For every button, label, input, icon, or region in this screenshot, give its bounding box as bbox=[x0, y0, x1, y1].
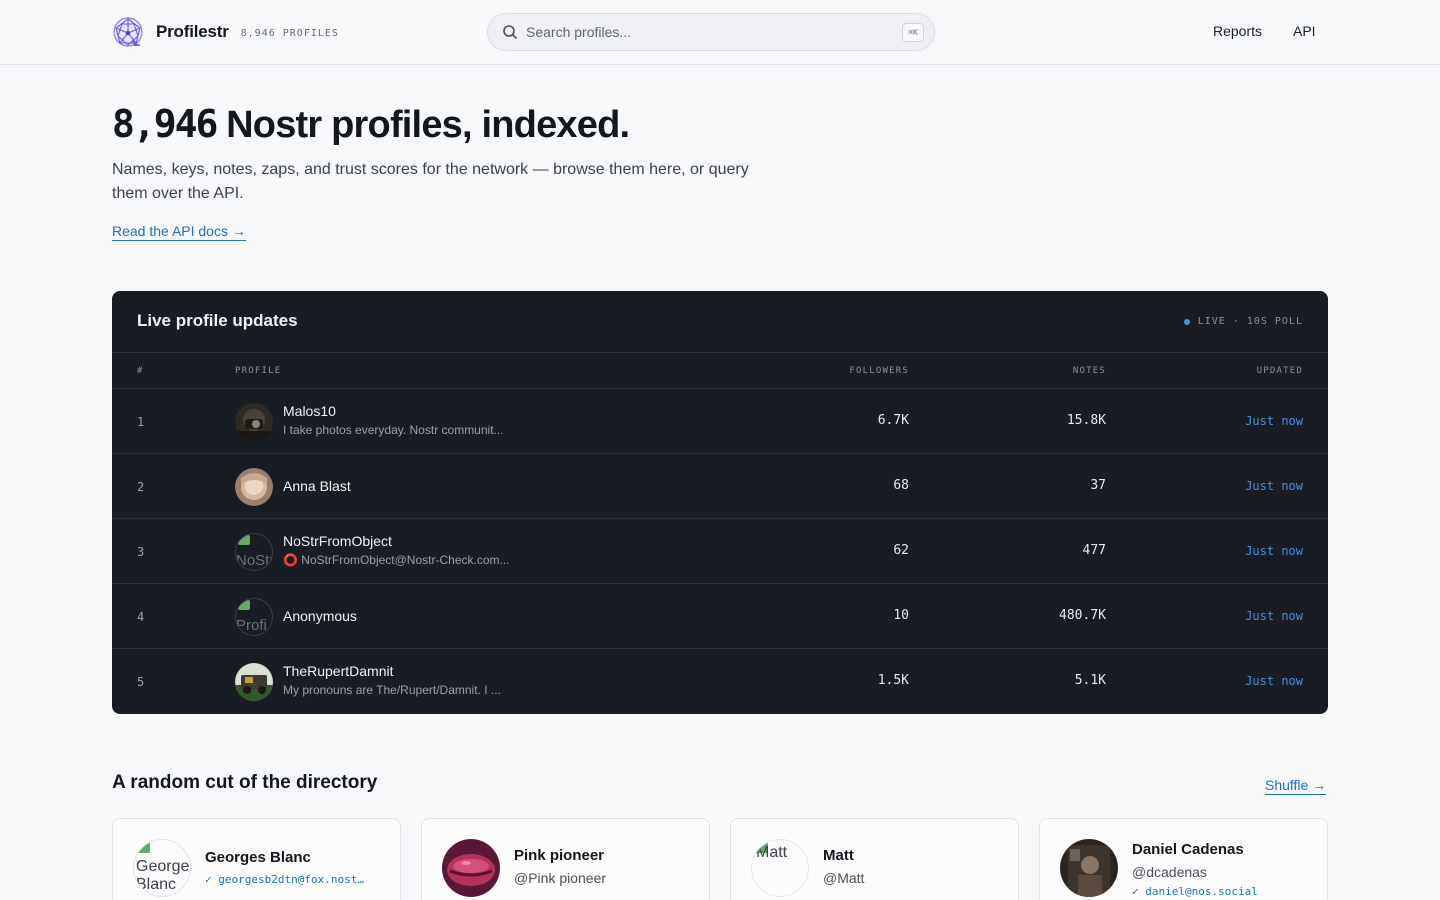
followers-count: 1.5K bbox=[877, 673, 909, 688]
avatar bbox=[235, 468, 273, 506]
col-index: # bbox=[137, 366, 144, 376]
updated-time: Just now bbox=[1245, 609, 1303, 623]
broken-image-icon bbox=[238, 535, 250, 545]
followers-count: 10 bbox=[893, 608, 909, 623]
profile-card[interactable]: Daniel Cadenas @dcadenas ✓ daniel@nos.so… bbox=[1039, 818, 1328, 900]
col-updated: UPDATED bbox=[1256, 366, 1303, 376]
profile-count: 8,946 PROFILES bbox=[240, 28, 339, 39]
broken-image-icon bbox=[136, 842, 150, 853]
search-shortcut-badge: ⌘K bbox=[902, 23, 924, 42]
updated-time: Just now bbox=[1245, 479, 1303, 493]
avatar: Matt bbox=[751, 839, 809, 897]
followers-count: 6.7K bbox=[877, 413, 909, 428]
avatar-alt-text: NoStr bbox=[236, 552, 273, 569]
profile-name: TheRupertDamnit bbox=[283, 663, 394, 679]
title-text: Nostr profiles, indexed. bbox=[216, 104, 630, 146]
row-index: 3 bbox=[137, 545, 145, 559]
table-row[interactable]: 2 Anna Blast 68 37 Just now bbox=[112, 454, 1328, 519]
profile-bio: ⭕ NoStrFromObject@Nostr-Check.com... bbox=[283, 553, 510, 567]
updated-time: Just now bbox=[1245, 544, 1303, 558]
profile-name: Malos10 bbox=[283, 403, 336, 419]
notes-count: 37 bbox=[1090, 478, 1106, 493]
avatar bbox=[235, 403, 273, 441]
card-name: Matt bbox=[823, 847, 854, 864]
nav-api[interactable]: API bbox=[1293, 23, 1316, 39]
card-nip05: ✓ daniel@nos.social bbox=[1132, 885, 1258, 898]
followers-count: 68 bbox=[893, 478, 909, 493]
search-icon bbox=[503, 25, 517, 39]
profile-name: NoStrFromObject bbox=[283, 533, 392, 549]
profile-bio: I take photos everyday. Nostr communit..… bbox=[283, 423, 504, 437]
page-title: 8,946 Nostr profiles, indexed. bbox=[112, 102, 630, 147]
profile-card[interactable]: Pink pioneer @Pink pioneer bbox=[421, 818, 710, 900]
brand[interactable]: Profilestr 8,946 PROFILES bbox=[112, 16, 339, 48]
profile-bio: My pronouns are The/Rupert/Damnit. I ... bbox=[283, 683, 501, 697]
title-count: 8,946 bbox=[112, 102, 218, 146]
card-name: Georges Blanc bbox=[205, 849, 311, 866]
table-header: # PROFILE FOLLOWERS NOTES UPDATED bbox=[112, 353, 1328, 389]
avatar: George Blanc bbox=[133, 839, 191, 897]
profile-name: Anonymous bbox=[283, 608, 357, 624]
top-bar: Profilestr 8,946 PROFILES ⌘K Reports API bbox=[0, 0, 1440, 65]
table-row[interactable]: 3 NoStr NoStrFromObject ⭕ NoStrFromObjec… bbox=[112, 519, 1328, 584]
avatar bbox=[1060, 839, 1118, 897]
col-profile: PROFILE bbox=[235, 366, 282, 376]
profile-card[interactable]: Matt Matt @Matt bbox=[730, 818, 1019, 900]
live-status: LIVE · 10S POLL bbox=[1183, 316, 1303, 327]
avatar: NoStr bbox=[235, 533, 273, 571]
notes-count: 5.1K bbox=[1074, 673, 1106, 688]
brand-name: Profilestr bbox=[156, 22, 229, 41]
panel-title: Live profile updates bbox=[137, 311, 298, 330]
api-docs-link[interactable]: Read the API docs → bbox=[112, 223, 246, 241]
shuffle-link[interactable]: Shuffle → bbox=[1265, 777, 1327, 795]
row-index: 2 bbox=[137, 480, 145, 494]
nav-reports[interactable]: Reports bbox=[1213, 23, 1262, 39]
notes-count: 477 bbox=[1082, 543, 1106, 558]
card-handle: @Pink pioneer bbox=[514, 870, 607, 886]
profile-name: Anna Blast bbox=[283, 478, 351, 494]
avatar: Profi bbox=[235, 598, 273, 636]
card-handle: @dcadenas bbox=[1132, 864, 1207, 880]
table-row[interactable]: 1 Malos10 I take photos everyday. Nostr … bbox=[112, 389, 1328, 454]
col-notes: NOTES bbox=[1072, 366, 1106, 376]
card-handle: @Matt bbox=[823, 870, 865, 886]
table-row[interactable]: 5 TheRupertDamnit My pronouns are The/Ru… bbox=[112, 649, 1328, 714]
notes-count: 15.8K bbox=[1066, 413, 1106, 428]
directory-title: A random cut of the directory bbox=[112, 772, 378, 793]
avatar-alt-text: Matt bbox=[756, 844, 788, 861]
search-box[interactable]: ⌘K bbox=[487, 13, 935, 51]
col-followers: FOLLOWERS bbox=[849, 366, 909, 376]
card-name: Daniel Cadenas bbox=[1132, 841, 1244, 858]
notes-count: 480.7K bbox=[1059, 608, 1106, 623]
avatar bbox=[442, 839, 500, 897]
live-dot-icon bbox=[1183, 318, 1190, 325]
panel-header: Live profile updates LIVE · 10S POLL bbox=[112, 291, 1328, 353]
search-input[interactable] bbox=[526, 24, 886, 40]
card-name: Pink pioneer bbox=[514, 847, 605, 864]
page-subtitle: Names, keys, notes, zaps, and trust scor… bbox=[112, 161, 749, 202]
row-index: 1 bbox=[137, 415, 145, 429]
live-updates-panel: Live profile updates LIVE · 10S POLL # P… bbox=[112, 291, 1328, 714]
row-index: 4 bbox=[137, 610, 145, 624]
followers-count: 62 bbox=[893, 543, 909, 558]
card-nip05: ✓ georgesb2dtn@fox.nost… bbox=[205, 873, 364, 886]
row-index: 5 bbox=[137, 675, 145, 689]
live-status-text: LIVE · 10S POLL bbox=[1197, 316, 1303, 327]
updated-time: Just now bbox=[1245, 414, 1303, 428]
updated-time: Just now bbox=[1245, 674, 1303, 688]
avatar bbox=[235, 663, 273, 701]
profile-card[interactable]: George Blanc Georges Blanc ✓ georgesb2dt… bbox=[112, 818, 401, 900]
broken-image-icon bbox=[238, 600, 250, 610]
avatar-alt-text: Profi bbox=[236, 617, 267, 634]
logo-icon bbox=[113, 17, 143, 47]
table-row[interactable]: 4 Profi Anonymous 10 480.7K Just now bbox=[112, 584, 1328, 649]
avatar-alt-text: George Blanc bbox=[136, 858, 190, 893]
